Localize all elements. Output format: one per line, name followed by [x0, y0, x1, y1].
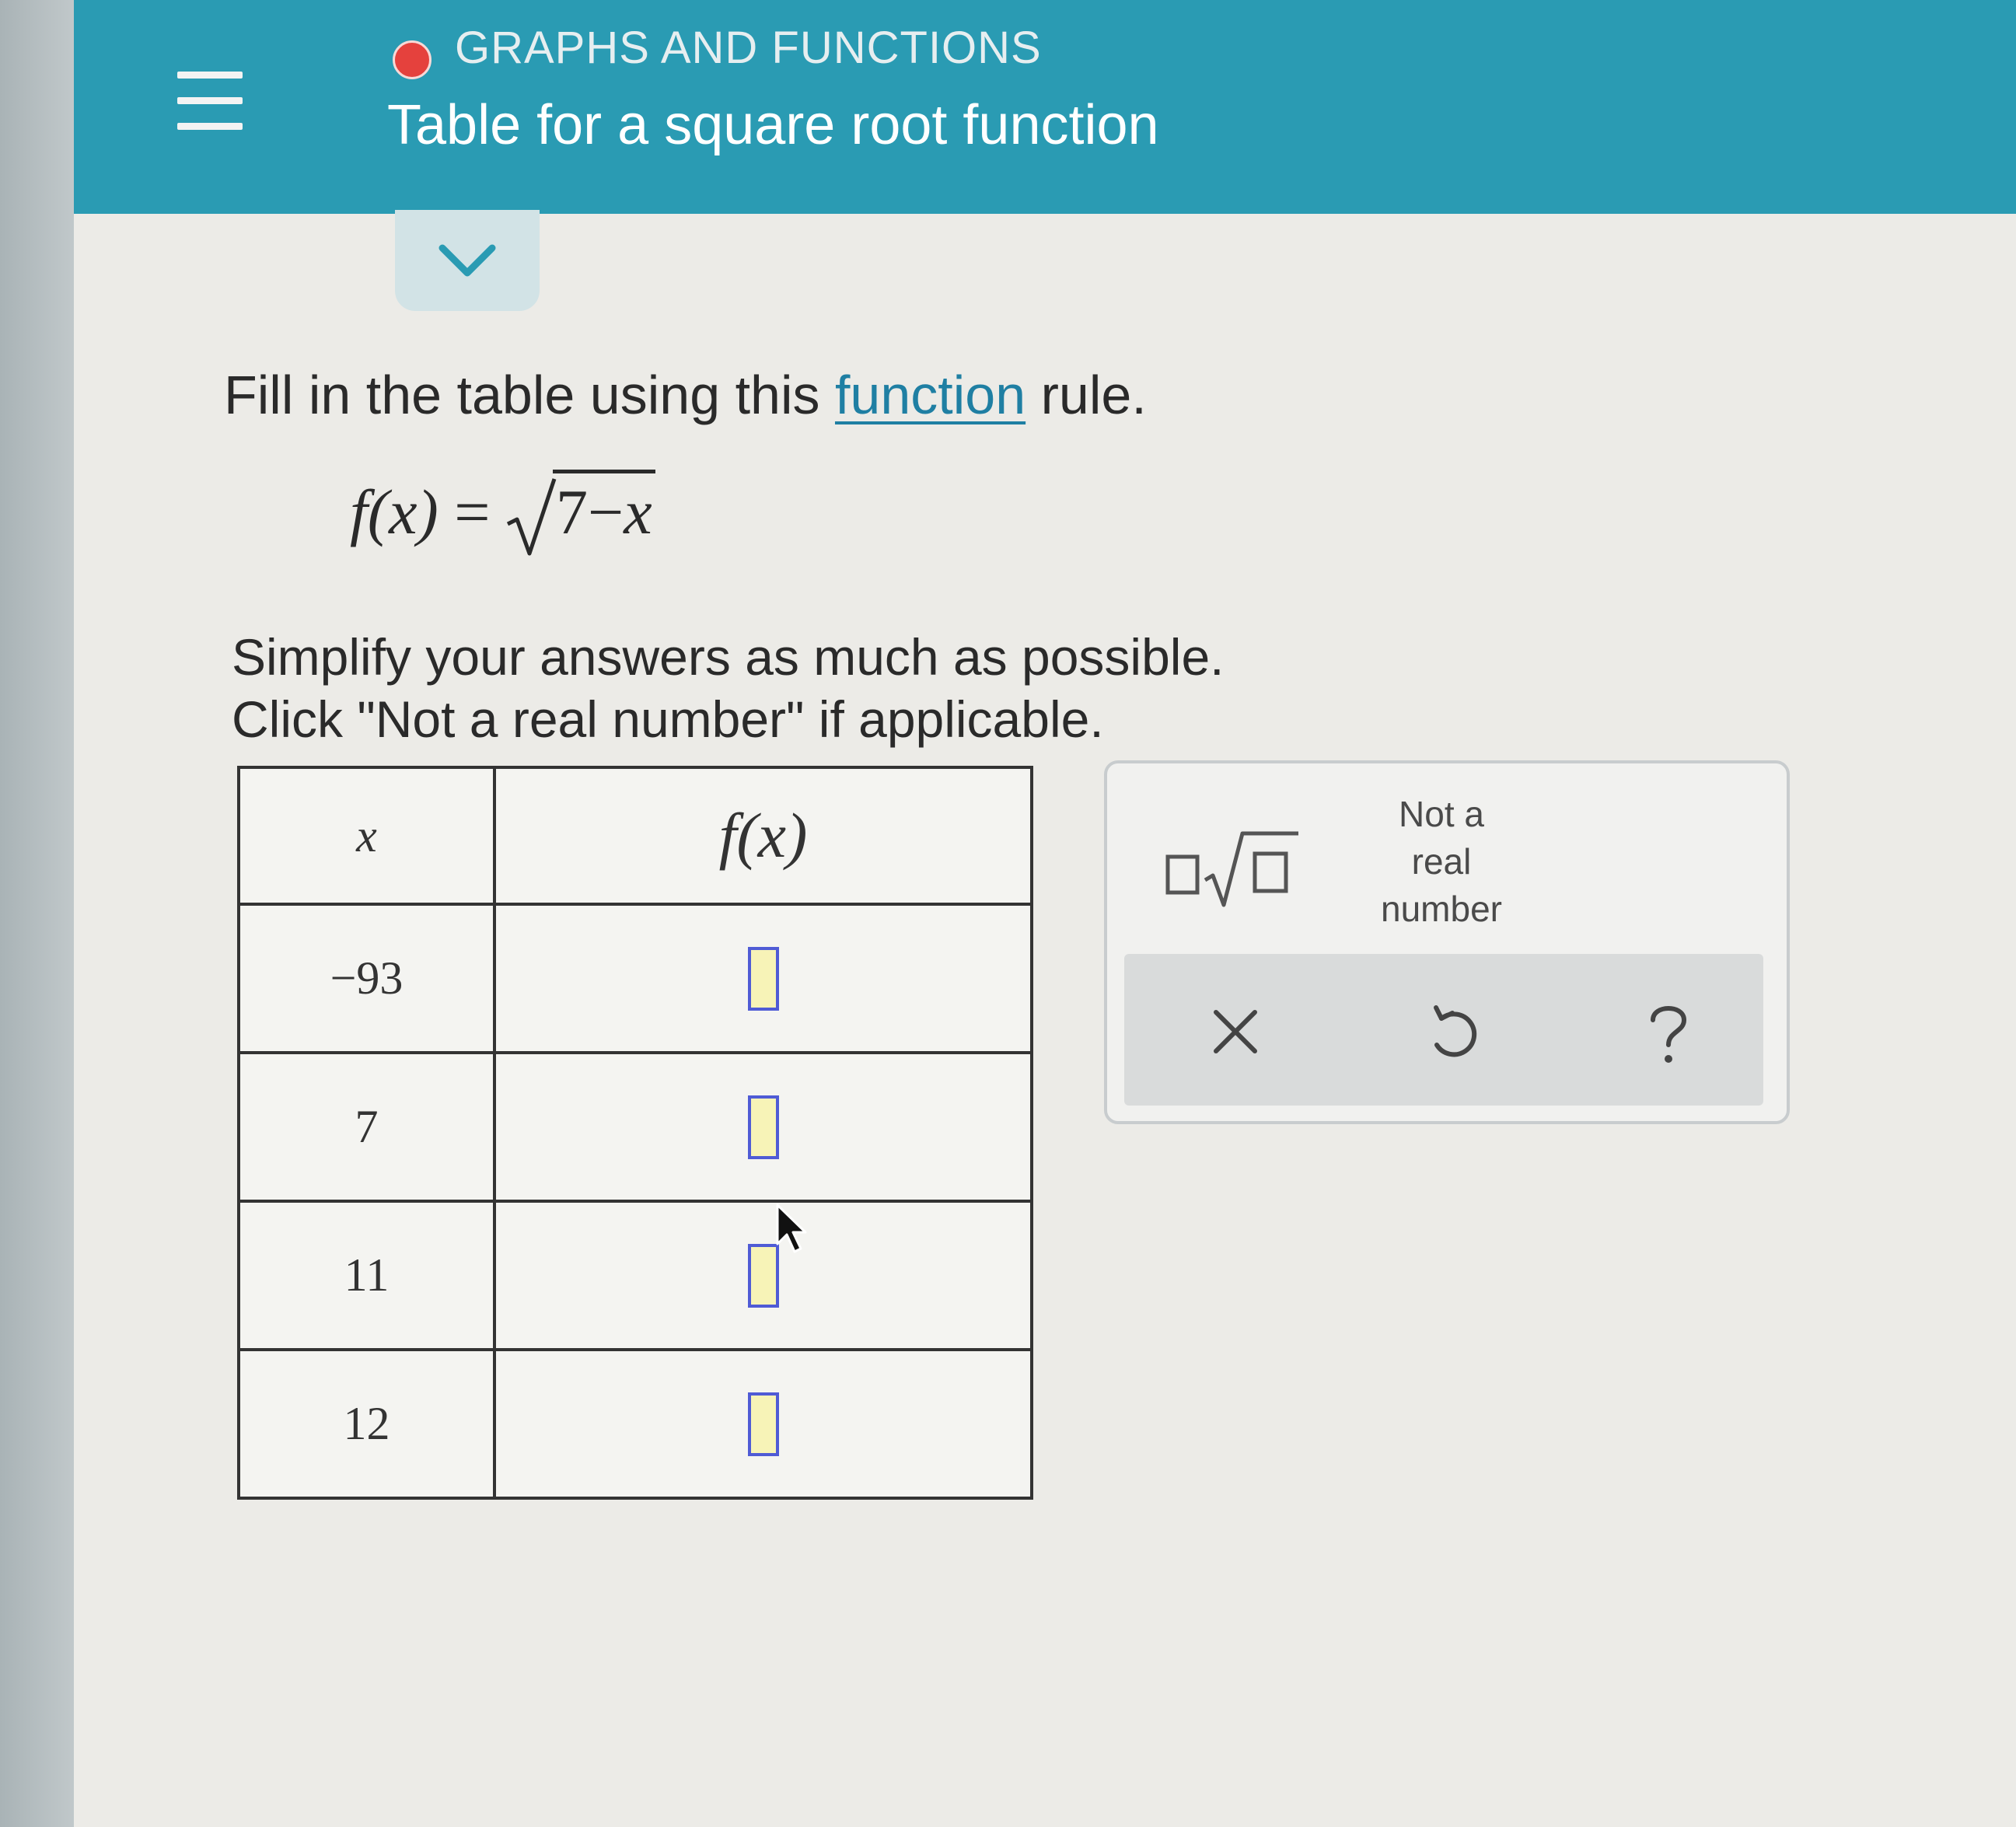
table-row: 12 [237, 1348, 1033, 1500]
simplify-line-2: Click "Not a real number" if applicable. [232, 690, 1104, 748]
not-real-label-line-3: number [1381, 889, 1502, 929]
x-value: 7 [237, 1051, 496, 1203]
x-value: −93 [237, 903, 496, 1054]
table-header-row: x f(x) [237, 766, 1033, 906]
radicand-const: 7 [556, 477, 589, 547]
fx-cell [493, 1348, 1033, 1500]
undo-button[interactable] [1416, 997, 1486, 1067]
header-fx: f(x) [493, 766, 1033, 906]
status-dot [393, 40, 432, 79]
function-link[interactable]: function [835, 365, 1025, 425]
square-root-template-icon [1165, 831, 1298, 907]
simplify-instructions: Simplify your answers as much as possibl… [232, 626, 1225, 750]
fx-answer-input[interactable] [747, 1392, 779, 1456]
formula-equals: = [454, 477, 491, 547]
keypad-action-bar [1124, 954, 1763, 1106]
header-x: x [237, 766, 496, 906]
radicand-op: − [588, 477, 624, 547]
not-a-real-number-button[interactable]: Not a real number [1340, 791, 1543, 933]
chevron-down-icon [438, 244, 496, 277]
clear-button[interactable] [1200, 997, 1270, 1067]
radicand-var: x [624, 477, 652, 547]
fx-cell [493, 1200, 1033, 1351]
instruction-suffix: rule. [1025, 365, 1147, 425]
formula-lhs: f(x) [350, 477, 438, 547]
table-row: 11 [237, 1200, 1033, 1351]
undo-icon [1434, 1005, 1477, 1057]
instruction-prefix: Fill in the table using this [224, 365, 835, 425]
table-row: 7 [237, 1051, 1033, 1203]
mouse-cursor-icon [776, 1203, 807, 1253]
x-value: 11 [237, 1200, 496, 1351]
fx-answer-input[interactable] [747, 1095, 779, 1159]
function-table: x f(x) −93 7 11 12 [237, 766, 1033, 1500]
not-real-label-line-2: real [1411, 841, 1472, 882]
instruction-text: Fill in the table using this function ru… [224, 364, 1147, 426]
x-value: 12 [237, 1348, 496, 1500]
table-row: −93 [237, 903, 1033, 1054]
not-real-label-line-1: Not a [1399, 794, 1484, 834]
help-button[interactable] [1633, 997, 1703, 1067]
fx-cell [493, 903, 1033, 1054]
math-keypad: Not a real number [1104, 760, 1790, 1124]
fx-cell [493, 1051, 1033, 1203]
question-mark-icon [1651, 1006, 1687, 1063]
fx-answer-input[interactable] [747, 1243, 779, 1308]
page-title: Table for a square root function [387, 94, 1159, 156]
radicand: 7−x [553, 470, 655, 547]
close-icon [1214, 1010, 1257, 1053]
collapse-toggle-button[interactable] [395, 210, 540, 311]
radical-sign-icon [506, 478, 557, 556]
square-root-button[interactable] [1162, 826, 1301, 911]
category-title: GRAPHS AND FUNCTIONS [455, 23, 1042, 73]
function-rule: f(x) = 7−x [350, 470, 655, 583]
simplify-line-1: Simplify your answers as much as possibl… [232, 628, 1225, 686]
hamburger-menu-icon[interactable] [177, 72, 243, 132]
fx-answer-input[interactable] [747, 946, 779, 1011]
